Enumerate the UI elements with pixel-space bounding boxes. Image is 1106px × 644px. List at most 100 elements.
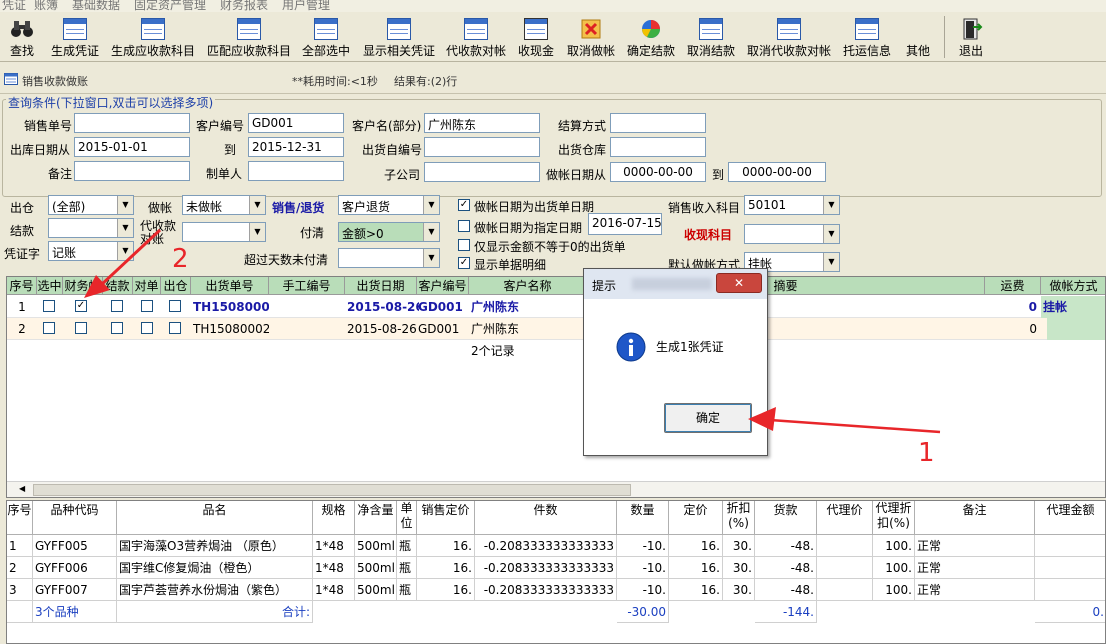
subsidiary-input[interactable] [424, 162, 540, 182]
menu-basic-data[interactable]: 基础数据 [72, 0, 120, 12]
menu-ledger[interactable]: 账簿 [34, 0, 58, 12]
select-all-button[interactable]: 全部选中 [298, 14, 354, 60]
ok-button[interactable]: 确定 [664, 403, 752, 433]
table-row[interactable]: 2 GYFF006 国宇维C修复焗油（橙色） 1*48 500ml 瓶 16. … [7, 557, 1105, 579]
col-header-price[interactable]: 销售定价 [417, 501, 475, 535]
acct-date-to-input[interactable]: 0000-00-00 [728, 162, 826, 182]
acct-date-is-ship-checkbox[interactable]: ✓ [458, 199, 470, 211]
agent-receivable-reconcile-button[interactable]: 代收款对帐 [444, 14, 508, 60]
menu-user-management[interactable]: 用户管理 [282, 0, 330, 12]
ship-warehouse-input[interactable] [610, 137, 706, 157]
scrollbar-thumb[interactable] [33, 484, 631, 496]
creator-input[interactable] [248, 161, 344, 181]
row-finance-checkbox[interactable] [75, 322, 87, 334]
overdue-select[interactable]: ▼ [338, 248, 440, 268]
row-acct-mode[interactable]: 挂帐 [1041, 296, 1105, 318]
col-header-settle[interactable]: 结款 [103, 277, 133, 295]
table-row[interactable]: 1 GYFF005 国宇海藻O3营养焗油 （原色） 1*48 500ml 瓶 1… [7, 535, 1105, 557]
row-acct-mode[interactable] [1047, 318, 1105, 340]
col-header-seq[interactable]: 序号 [7, 501, 33, 535]
col-header-remark[interactable]: 备注 [915, 501, 1035, 535]
col-header-agent-price[interactable]: 代理价 [817, 501, 873, 535]
generate-receivable-subject-button[interactable]: 生成应收款科目 [108, 14, 198, 60]
cancel-settlement-button[interactable]: 取消结款 [684, 14, 738, 60]
out-date-to-input[interactable]: 2015-12-31 [248, 137, 344, 157]
col-header-net[interactable]: 净含量 [355, 501, 397, 535]
find-button[interactable]: 查找 [4, 14, 40, 60]
table-row[interactable]: 3 GYFF007 国宇芦荟营养水份焗油（紫色） 1*48 500ml 瓶 16… [7, 579, 1105, 601]
col-header-seq[interactable]: 序号 [7, 277, 37, 295]
row-select-checkbox[interactable] [43, 300, 55, 312]
table-row[interactable]: 1 ✓ TH15080001 2015-08-26 GD001 广州陈东 0 挂… [7, 296, 1105, 318]
row-select-checkbox[interactable] [43, 322, 55, 334]
out-wh-select[interactable]: (全部) ▼ [48, 195, 134, 215]
col-header-select[interactable]: 选中 [37, 277, 63, 295]
generate-voucher-button[interactable]: 生成凭证 [48, 14, 102, 60]
col-header-finance[interactable]: 财务帐 [63, 277, 103, 295]
col-header-cust-code[interactable]: 客户编号 [417, 277, 469, 295]
dialog-title-bar[interactable]: 提示 ✕ [584, 269, 767, 299]
ship-self-no-input[interactable] [424, 137, 540, 157]
table-row[interactable]: 2 TH15080002 2015-08-26 GD001 广州陈东 0 [7, 318, 1105, 340]
menu-financial-reports[interactable]: 财务报表 [220, 0, 268, 12]
col-header-freight[interactable]: 运费 [985, 277, 1041, 295]
col-header-check[interactable]: 对单 [133, 277, 161, 295]
col-header-manual-no[interactable]: 手工编号 [269, 277, 345, 295]
menu-fixed-assets[interactable]: 固定资产管理 [134, 0, 206, 12]
out-date-from-input[interactable]: 2015-01-01 [74, 137, 190, 157]
row-settle-checkbox[interactable] [111, 300, 123, 312]
settle-select[interactable]: ▼ [48, 218, 134, 238]
cancel-bookkeeping-button[interactable]: 取消做帐 [564, 14, 618, 60]
col-header-unit[interactable]: 单位 [397, 501, 417, 535]
sales-income-subject-select[interactable]: 50101 ▼ [744, 195, 840, 215]
col-header-list[interactable]: 定价 [669, 501, 723, 535]
col-header-disc[interactable]: 折扣(%) [723, 501, 755, 535]
col-header-qty[interactable]: 数量 [617, 501, 669, 535]
show-related-voucher-button[interactable]: 显示相关凭证 [360, 14, 438, 60]
sales-no-input[interactable] [74, 113, 190, 133]
close-icon[interactable]: ✕ [716, 273, 762, 293]
do-acct-select[interactable]: 未做帐 ▼ [182, 195, 266, 215]
customer-name-input[interactable]: 广州陈东 [424, 113, 540, 133]
customer-code-input[interactable]: GD001 [248, 113, 344, 133]
cash-subject-select[interactable]: ▼ [744, 224, 840, 244]
agent-recv-select[interactable]: ▼ [182, 222, 266, 242]
collect-cash-button[interactable]: 收现金 [514, 14, 558, 60]
scroll-left-icon[interactable]: ◀ [19, 484, 25, 493]
shipping-info-button[interactable]: 托运信息 [840, 14, 894, 60]
confirm-settlement-button[interactable]: 确定结款 [624, 14, 678, 60]
row-check-checkbox[interactable] [141, 300, 153, 312]
col-header-out[interactable]: 出仓 [161, 277, 191, 295]
col-header-agent-disc[interactable]: 代理折扣(%) [873, 501, 915, 535]
acct-date-from-input[interactable]: 0000-00-00 [610, 162, 706, 182]
specified-date-input[interactable]: 2016-07-15 [588, 213, 662, 235]
sales-return-select[interactable]: 客户退货 ▼ [338, 195, 440, 215]
row-out-checkbox[interactable] [169, 300, 181, 312]
acct-date-specified-checkbox[interactable] [458, 220, 470, 232]
col-header-acct-mode[interactable]: 做帐方式 [1041, 277, 1105, 295]
col-header-spec[interactable]: 规格 [313, 501, 355, 535]
pay-clear-select[interactable]: 金额>0 ▼ [338, 222, 440, 242]
col-header-code[interactable]: 品种代码 [33, 501, 117, 535]
settle-method-input[interactable] [610, 113, 706, 133]
menu-voucher[interactable]: 凭证 [2, 0, 26, 12]
col-header-cust-name[interactable]: 客户名称 [469, 277, 587, 295]
row-finance-checkbox[interactable]: ✓ [75, 300, 87, 312]
col-header-amount[interactable]: 货款 [755, 501, 817, 535]
row-check-checkbox[interactable] [141, 322, 153, 334]
cancel-agent-reconcile-button[interactable]: 取消代收款对帐 [744, 14, 834, 60]
row-out-checkbox[interactable] [169, 322, 181, 334]
col-header-ship-date[interactable]: 出货日期 [345, 277, 417, 295]
only-nonzero-checkbox[interactable] [458, 239, 470, 251]
remark-input[interactable] [74, 161, 190, 181]
col-header-ship-no[interactable]: 出货单号 [191, 277, 269, 295]
col-header-pieces[interactable]: 件数 [475, 501, 617, 535]
voucher-word-select[interactable]: 记账 ▼ [48, 241, 134, 261]
col-header-name[interactable]: 品名 [117, 501, 313, 535]
other-button[interactable]: 其他 [900, 14, 936, 60]
exit-button[interactable]: 退出 [952, 14, 990, 60]
match-receivable-subject-button[interactable]: 匹配应收款科目 [204, 14, 294, 60]
col-header-agent-amount[interactable]: 代理金额 [1035, 501, 1105, 535]
horizontal-scrollbar[interactable]: ◀ [7, 481, 1105, 497]
show-detail-checkbox[interactable]: ✓ [458, 257, 470, 269]
